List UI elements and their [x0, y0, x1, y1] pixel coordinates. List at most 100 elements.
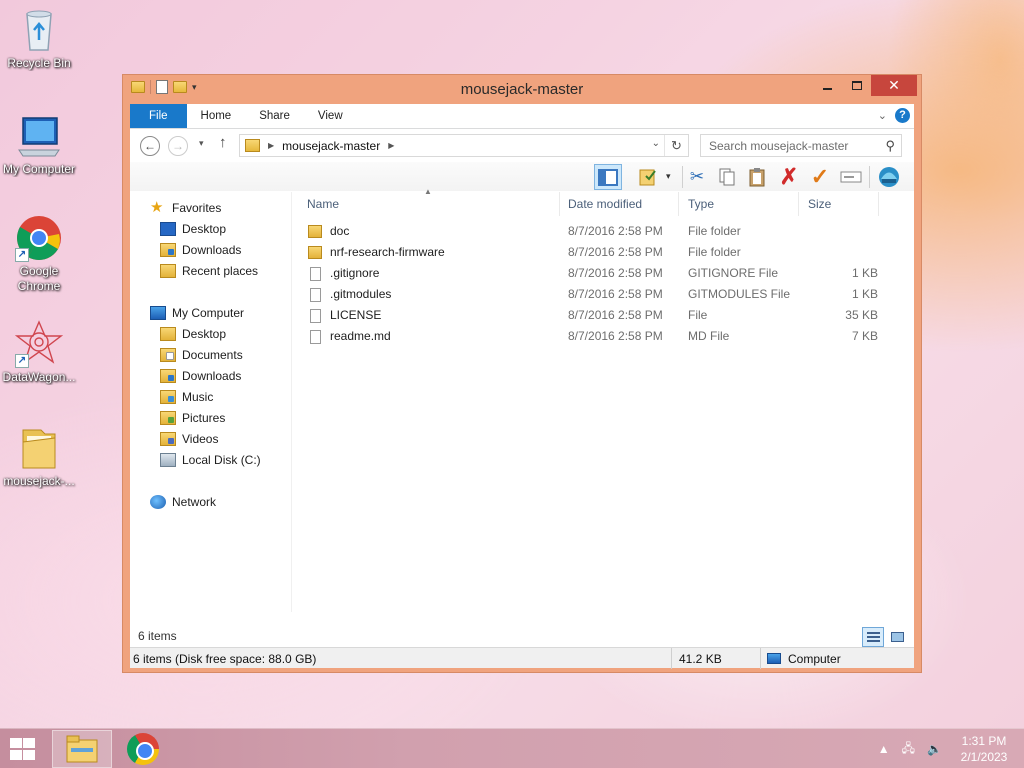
delete-button[interactable]: ✗	[775, 164, 803, 190]
up-button[interactable]: ↑	[219, 134, 227, 151]
file-type: File folder	[688, 245, 741, 259]
address-history-dropdown-icon[interactable]: ⌄	[652, 138, 660, 149]
column-header-label: Size	[808, 197, 832, 211]
show-hidden-icons-icon[interactable]: ▲	[878, 742, 890, 756]
nav-computer-videos[interactable]: Videos	[160, 428, 218, 449]
refresh-button[interactable]: ↻	[664, 135, 688, 156]
breadcrumb-separator-icon[interactable]: ▶	[388, 141, 394, 150]
network-status-icon[interactable]: 🖧	[902, 739, 915, 760]
nav-computer-downloads[interactable]: Downloads	[160, 365, 241, 386]
column-header-date-modified[interactable]: Date modified	[559, 192, 679, 216]
close-button[interactable]: ✕	[871, 75, 917, 96]
clock[interactable]: 1:31 PM 2/1/2023	[954, 733, 1014, 765]
nav-computer-local-disk[interactable]: Local Disk (C:)	[160, 449, 261, 470]
shortcut-arrow-icon: ↗	[15, 248, 29, 262]
paste-button[interactable]	[743, 164, 771, 190]
large-icons-view-icon	[891, 632, 904, 642]
file-row[interactable]: .gitmodules 8/7/2016 2:58 PM GITMODULES …	[298, 284, 910, 305]
window-client-area: File Home Share View ⌄ ? ← → ▾ ↑ ▶ mouse…	[130, 104, 914, 669]
delete-x-icon: ✗	[779, 164, 799, 189]
nav-favorites[interactable]: ★ Favorites	[150, 197, 221, 218]
taskbar-file-explorer-button[interactable]	[52, 730, 112, 768]
file-row[interactable]: doc 8/7/2016 2:58 PM File folder	[298, 221, 910, 242]
recent-locations-dropdown-icon[interactable]: ▾	[199, 138, 204, 149]
nav-item-label: Downloads	[182, 242, 242, 257]
details-view-button[interactable]	[862, 627, 884, 647]
nav-item-label: Downloads	[182, 368, 242, 383]
system-tray: ▲ 🖧 🔈 1:31 PM 2/1/2023	[878, 729, 1014, 768]
nav-my-computer[interactable]: My Computer	[150, 302, 244, 323]
explorer-window: ▾ mousejack-master ✕ File Home Share Vie…	[122, 74, 922, 673]
search-box[interactable]: ⚲	[700, 134, 902, 157]
nav-computer-desktop[interactable]: Desktop	[160, 323, 226, 344]
column-header-label: Date modified	[568, 197, 643, 211]
status-summary: 6 items (Disk free space: 88.0 GB)	[133, 652, 317, 666]
select-all-button[interactable]	[634, 164, 662, 190]
ribbon-right-controls: ⌄ ?	[878, 108, 910, 123]
nav-computer-pictures[interactable]: Pictures	[160, 407, 225, 428]
tab-view[interactable]: View	[304, 104, 357, 128]
divider	[869, 166, 870, 188]
maximize-button[interactable]	[842, 75, 871, 96]
breadcrumb-separator-icon[interactable]: ▶	[268, 141, 274, 150]
tab-home[interactable]: Home	[187, 104, 246, 128]
cut-button[interactable]: ✂	[683, 164, 711, 190]
file-icon	[310, 309, 321, 323]
start-button[interactable]	[8, 737, 36, 761]
rename-button[interactable]: ✓	[806, 164, 834, 190]
file-icon	[310, 330, 321, 344]
taskbar-chrome-button[interactable]	[113, 730, 173, 768]
navigation-pane-button[interactable]	[594, 164, 622, 190]
expand-ribbon-icon[interactable]: ⌄	[878, 109, 887, 122]
nav-favorites-desktop[interactable]: Desktop	[160, 218, 226, 239]
search-input[interactable]	[709, 138, 879, 153]
nav-network[interactable]: Network	[150, 491, 216, 512]
desktop-icon-datawagon[interactable]: ↗ DataWagon...	[0, 320, 78, 385]
file-row[interactable]: nrf-research-firmware 8/7/2016 2:58 PM F…	[298, 242, 910, 263]
properties-button[interactable]	[837, 164, 865, 190]
folder-icon	[308, 225, 322, 238]
address-bar[interactable]: ▶ mousejack-master ▶ ⌄ ↻	[239, 134, 689, 157]
column-header-type[interactable]: Type	[679, 192, 799, 216]
file-size: 1 KB	[851, 287, 878, 301]
nav-item-label: Desktop	[182, 326, 227, 341]
minimize-icon	[823, 87, 832, 90]
copy-button[interactable]	[713, 164, 741, 190]
file-name: nrf-research-firmware	[330, 245, 445, 259]
computer-icon	[150, 305, 166, 320]
column-header-name[interactable]: Name	[298, 192, 560, 216]
desktop-icon-recycle-bin[interactable]: Recycle Bin	[0, 6, 78, 71]
nav-favorites-recent-places[interactable]: Recent places	[160, 260, 258, 281]
shell-button[interactable]	[875, 164, 903, 190]
title-bar[interactable]: ▾ mousejack-master ✕	[123, 75, 921, 103]
nav-item-label: Local Disk (C:)	[182, 452, 261, 467]
desktop-icon-mousejack-folder[interactable]: mousejack-...	[0, 424, 78, 489]
taskbar: ▲ 🖧 🔈 1:31 PM 2/1/2023	[0, 728, 1024, 768]
large-icons-view-button[interactable]	[886, 627, 908, 647]
volume-icon[interactable]: 🔈	[927, 742, 942, 756]
status-location: Computer	[788, 652, 841, 666]
tab-file[interactable]: File	[130, 104, 187, 128]
help-icon[interactable]: ?	[895, 108, 910, 123]
file-date: 8/7/2016 2:58 PM	[568, 245, 663, 259]
clock-date: 2/1/2023	[960, 750, 1008, 764]
file-type: GITMODULES File	[688, 287, 791, 301]
back-button[interactable]: ←	[140, 136, 160, 156]
minimize-button[interactable]	[813, 75, 842, 96]
select-dropdown-icon[interactable]: ▾	[666, 171, 671, 182]
desktop-icon-google-chrome[interactable]: ↗ Google Chrome	[0, 214, 78, 294]
tab-share[interactable]: Share	[245, 104, 304, 128]
nav-computer-documents[interactable]: Documents	[160, 344, 243, 365]
nav-computer-music[interactable]: Music	[160, 386, 213, 407]
forward-button[interactable]: →	[168, 136, 188, 156]
file-row[interactable]: readme.md 8/7/2016 2:58 PM MD File 7 KB	[298, 326, 910, 347]
address-row: ← → ▾ ↑ ▶ mousejack-master ▶ ⌄ ↻ ⚲	[130, 129, 914, 162]
desktop-icon-my-computer[interactable]: My Computer	[0, 112, 78, 177]
desktop-icon-label: Google Chrome	[17, 264, 61, 293]
column-header-size[interactable]: Size	[799, 192, 879, 216]
file-row[interactable]: .gitignore 8/7/2016 2:58 PM GITIGNORE Fi…	[298, 263, 910, 284]
file-row[interactable]: LICENSE 8/7/2016 2:58 PM File 35 KB	[298, 305, 910, 326]
search-icon[interactable]: ⚲	[885, 138, 895, 154]
nav-favorites-downloads[interactable]: Downloads	[160, 239, 241, 260]
breadcrumb-segment[interactable]: mousejack-master	[282, 139, 380, 153]
